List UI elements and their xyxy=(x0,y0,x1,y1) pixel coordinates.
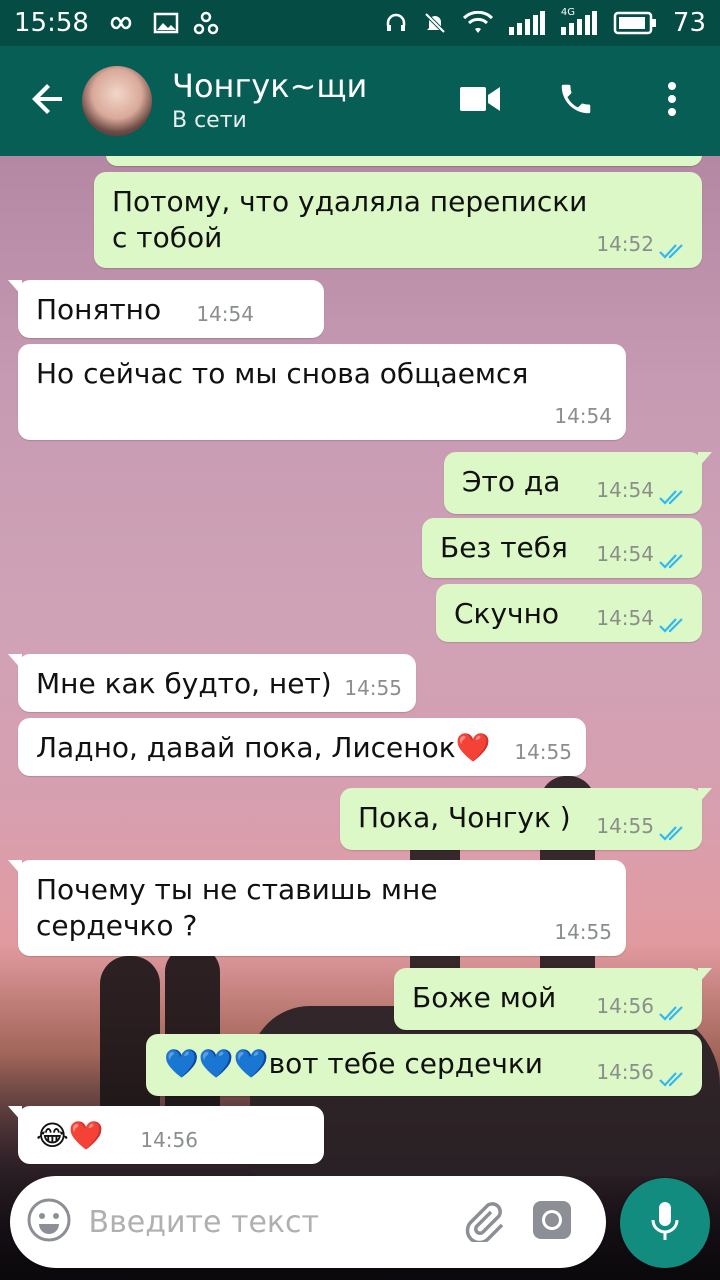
attach-button[interactable] xyxy=(449,1176,518,1268)
emoji-icon xyxy=(26,1197,72,1247)
network-type-label: 4G xyxy=(560,7,576,18)
mute-icon xyxy=(423,11,447,35)
message-input[interactable] xyxy=(88,1204,449,1240)
back-button[interactable] xyxy=(12,46,84,156)
read-ticks-icon xyxy=(658,235,688,259)
signal-4g-icon: 4G xyxy=(560,7,597,35)
wifi-icon xyxy=(462,11,493,35)
message-bubble-incoming[interactable]: Ладно, давай пока, Лисенок❤️ 14:55 xyxy=(18,718,586,776)
message-time: 14:56 xyxy=(596,994,654,1018)
message-time: 14:56 xyxy=(140,1128,198,1152)
battery-level: 73 xyxy=(672,8,706,38)
network-share-icon xyxy=(193,11,219,35)
message-bubble-partial[interactable] xyxy=(106,156,702,166)
signal-icon xyxy=(508,11,545,35)
message-list[interactable]: Потому, что удаляла переписки с тобой 14… xyxy=(0,156,720,1280)
contact-name: Чонгук~щи xyxy=(172,67,368,105)
read-ticks-icon xyxy=(658,609,688,633)
message-text: Но сейчас то мы снова общаемся xyxy=(36,357,529,390)
message-bubble-incoming[interactable]: 😂❤️ 14:56 xyxy=(8,1106,324,1164)
read-ticks-icon xyxy=(658,545,688,569)
message-time: 14:56 xyxy=(596,1060,654,1084)
message-bubble-incoming[interactable]: Почему ты не ставишь мне сердечко ? 14:5… xyxy=(8,860,626,956)
read-ticks-icon xyxy=(658,1063,688,1087)
read-ticks-icon xyxy=(658,481,688,505)
message-bubble-incoming[interactable]: Но сейчас то мы снова общаемся 14:54 xyxy=(18,344,626,440)
message-time: 14:54 xyxy=(596,606,654,630)
image-icon xyxy=(153,12,179,34)
message-time: 14:54 xyxy=(554,404,612,428)
phone-call-icon xyxy=(557,80,595,122)
message-bubble-outgoing[interactable]: Без тебя 14:54 xyxy=(422,518,702,578)
chat-screen: 15:58 4G 73 Чонгук~щи В сети Потому, что… xyxy=(0,0,720,1280)
message-composer xyxy=(10,1176,606,1268)
message-bubble-outgoing[interactable]: Пока, Чонгук ) 14:55 xyxy=(340,788,712,850)
message-time: 14:55 xyxy=(344,676,402,700)
back-arrow-icon xyxy=(28,79,68,123)
contact-status: В сети xyxy=(172,108,247,133)
message-bubble-outgoing[interactable]: Это да 14:54 xyxy=(444,452,712,514)
status-time: 15:58 xyxy=(14,8,89,38)
camera-button[interactable] xyxy=(517,1176,586,1268)
message-text: Почему ты не ставишь мне сердечко ? xyxy=(36,873,438,942)
contact-info[interactable]: Чонгук~щи В сети xyxy=(172,66,367,136)
video-call-button[interactable] xyxy=(432,46,528,156)
message-text: Ладно, давай пока, Лисенок❤️ xyxy=(36,731,491,764)
avatar[interactable] xyxy=(82,66,152,136)
message-text: Понятно xyxy=(36,293,162,326)
message-bubble-outgoing[interactable]: 💙💙💙вот тебе сердечки 14:56 xyxy=(146,1034,702,1096)
emoji-button[interactable] xyxy=(10,1176,89,1268)
more-menu-icon xyxy=(667,81,677,121)
battery-icon xyxy=(613,11,657,35)
attach-icon xyxy=(461,1198,505,1246)
status-bar: 15:58 4G 73 xyxy=(0,0,720,46)
read-ticks-icon xyxy=(658,817,688,841)
chat-header: Чонгук~щи В сети xyxy=(0,46,720,156)
message-bubble-outgoing[interactable]: Скучно 14:54 xyxy=(436,584,702,642)
read-ticks-icon xyxy=(658,997,688,1021)
mic-icon xyxy=(650,1200,680,1246)
message-time: 14:55 xyxy=(554,920,612,944)
message-time: 14:55 xyxy=(514,740,572,764)
phone-call-button[interactable] xyxy=(528,46,624,156)
infinity-icon xyxy=(103,13,139,33)
message-time: 14:54 xyxy=(596,542,654,566)
camera-icon xyxy=(531,1199,573,1245)
message-time: 14:52 xyxy=(596,232,654,256)
message-bubble-outgoing[interactable]: Боже мой 14:56 xyxy=(394,968,712,1030)
message-bubble-incoming[interactable]: Мне как будто, нет) 14:55 xyxy=(8,654,416,712)
headset-icon xyxy=(385,12,407,34)
message-bubble-incoming[interactable]: Понятно 14:54 xyxy=(8,280,324,338)
more-menu-button[interactable] xyxy=(624,46,720,156)
message-time: 14:54 xyxy=(196,302,254,326)
voice-record-button[interactable] xyxy=(620,1178,710,1268)
message-time: 14:54 xyxy=(596,478,654,502)
video-call-icon xyxy=(460,85,500,117)
message-time: 14:55 xyxy=(596,814,654,838)
message-bubble-outgoing[interactable]: Потому, что удаляла переписки с тобой 14… xyxy=(94,172,702,268)
